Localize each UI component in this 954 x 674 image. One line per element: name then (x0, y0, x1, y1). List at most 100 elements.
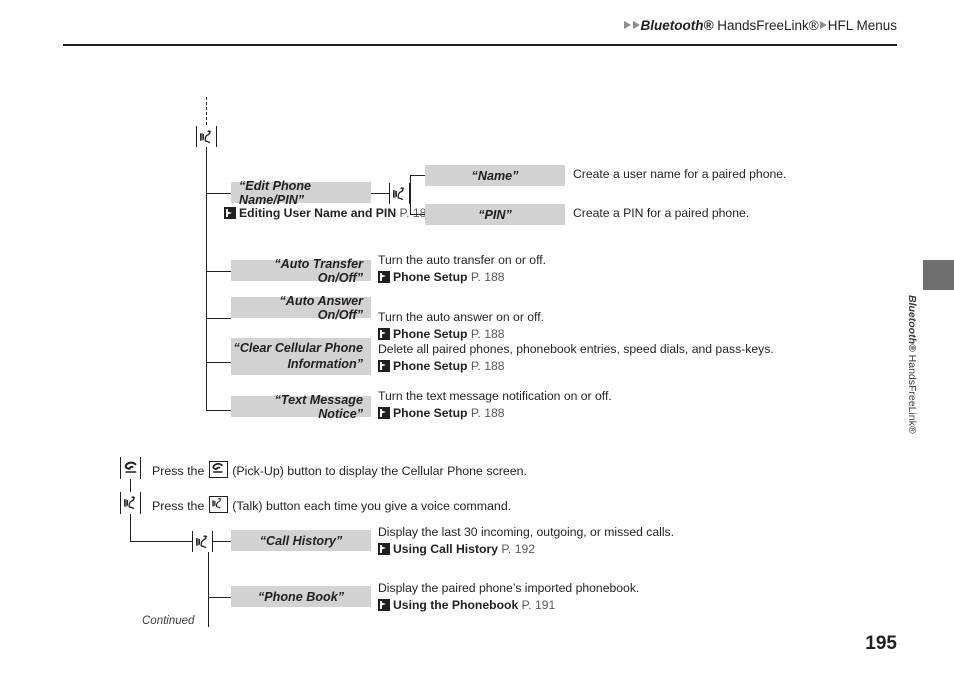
reference-page: P. 188 (470, 405, 505, 420)
breadcrumb-item-bluetooth: Bluetooth® (640, 18, 714, 33)
reference-label[interactable]: Using Call History (393, 542, 498, 556)
description-text: Display the last 30 incoming, outgoing, … (378, 525, 675, 539)
flow-trunk-sub (410, 175, 412, 214)
description-pin: Create a PIN for a paired phone. (573, 206, 750, 220)
description-phone-book: Display the paired phone’s imported phon… (378, 580, 639, 614)
talk-button-icon (196, 126, 217, 147)
reference-line: Phone Setup P. 188 (378, 269, 546, 286)
flow-branch (371, 193, 389, 195)
reference-line: Using the Phonebook P. 191 (378, 597, 639, 614)
flow-branch (410, 175, 425, 177)
menu-item-label-line2: Information” (287, 356, 363, 371)
pickup-button-icon (208, 461, 228, 478)
description-text: Delete all paired phones, phonebook entr… (378, 342, 774, 356)
menu-item-name[interactable]: “Name” (425, 165, 565, 186)
flow-trunk-lower (208, 552, 210, 627)
reference-line: Phone Setup P. 188 (378, 358, 774, 375)
description-clear-cellular: Delete all paired phones, phonebook entr… (378, 341, 774, 375)
reference-page: P. 192 (501, 541, 536, 556)
menu-item-edit-phone-name-pin[interactable]: “Edit Phone Name/PIN” (231, 179, 371, 207)
header-divider (63, 44, 897, 46)
instruction-suffix: (Talk) button each time you give a voice… (228, 499, 512, 513)
menu-item-label-line1: “Clear Cellular Phone (233, 340, 363, 355)
section-tab-marker (923, 260, 954, 290)
triangle-right-icon (632, 21, 640, 29)
menu-item-auto-transfer[interactable]: “Auto Transfer On/Off” (231, 257, 371, 285)
flow-connector (130, 479, 132, 493)
flow-branch (213, 541, 231, 543)
page-number: 195 (865, 633, 897, 654)
triangle-right-icon (819, 21, 827, 29)
reference-label[interactable]: Editing User Name and PIN (239, 206, 396, 220)
flow-branch (206, 410, 231, 412)
menu-item-label: “Auto Transfer On/Off” (274, 256, 363, 285)
section-tab-label-handsfreelink: HandsFreeLink® (906, 351, 918, 434)
menu-item-label: “Clear Cellular Phone Information” (234, 341, 363, 372)
flow-branch (208, 597, 231, 599)
menu-item-phone-book[interactable]: “Phone Book” (231, 586, 371, 607)
instruction-talk: Press the (Talk) button each time you gi… (152, 496, 511, 513)
menu-item-label: “Edit Phone Name/PIN” (239, 178, 312, 207)
menu-item-call-history[interactable]: “Call History” (231, 530, 371, 551)
description-auto-answer: Turn the auto answer on or off. Phone Se… (378, 309, 544, 343)
section-tab-label: Bluetooth® HandsFreeLink® (906, 295, 918, 515)
menu-item-label: “Call History” (259, 533, 343, 548)
reference-label[interactable]: Using the Phonebook (393, 598, 518, 612)
manual-page: Bluetooth® HandsFreeLink® HFL Menus Bluet… (0, 0, 954, 674)
breadcrumb-item-hfl-menus: HFL Menus (827, 18, 897, 33)
talk-button-icon (192, 531, 213, 552)
menu-item-auto-answer[interactable]: “Auto Answer On/Off” (231, 294, 371, 322)
reference-arrow-icon (378, 598, 390, 611)
menu-item-pin[interactable]: “PIN” (425, 204, 565, 225)
section-tab-label-bluetooth: Bluetooth® (906, 295, 918, 352)
reference-arrow-icon (224, 207, 236, 219)
breadcrumb: Bluetooth® HandsFreeLink® HFL Menus (63, 18, 897, 33)
instruction-prefix: Press the (152, 499, 208, 513)
description-text: Display the paired phone’s imported phon… (378, 581, 640, 595)
description-text: Turn the text message notification on or… (378, 389, 612, 403)
menu-item-label: “Phone Book” (257, 589, 345, 604)
flow-trunk-main (206, 147, 208, 410)
reference-arrow-icon (378, 270, 390, 283)
talk-button-icon (120, 492, 141, 514)
menu-item-label: “Auto Answer On/Off” (279, 293, 364, 322)
reference-line: Using Call History P. 192 (378, 541, 674, 558)
flow-branch (206, 318, 231, 320)
description-text: Turn the auto answer on or off. (378, 310, 544, 324)
menu-item-label: “Name” (471, 168, 519, 183)
menu-item-reference-edit-phone: Editing User Name and PIN P. 187 (224, 205, 433, 222)
talk-button-icon (208, 496, 228, 513)
reference-label[interactable]: Phone Setup (393, 327, 467, 341)
reference-arrow-icon (378, 406, 390, 419)
pickup-button-icon (120, 457, 141, 479)
instruction-suffix: (Pick-Up) button to display the Cellular… (228, 464, 528, 478)
continued-label: Continued (142, 615, 195, 627)
flow-branch (206, 362, 231, 364)
reference-label[interactable]: Phone Setup (393, 406, 467, 420)
reference-label[interactable]: Phone Setup (393, 270, 467, 284)
description-auto-transfer: Turn the auto transfer on or off. Phone … (378, 252, 546, 286)
instruction-prefix: Press the (152, 464, 208, 478)
reference-page: P. 188 (470, 269, 505, 284)
flow-dashed-stem (206, 97, 207, 125)
reference-page: P. 188 (470, 358, 505, 373)
menu-item-clear-cellular-phone-information[interactable]: “Clear Cellular Phone Information” (231, 338, 371, 375)
reference-arrow-icon (378, 359, 390, 372)
reference-page: P. 191 (521, 597, 556, 612)
talk-button-icon (389, 183, 410, 204)
description-name: Create a user name for a paired phone. (573, 167, 787, 181)
breadcrumb-item-handsfreelink: HandsFreeLink® (713, 18, 819, 33)
menu-item-label: “Text Message Notice” (274, 392, 363, 421)
reference-label[interactable]: Phone Setup (393, 359, 467, 373)
menu-item-text-message-notice[interactable]: “Text Message Notice” (231, 393, 371, 421)
menu-item-label: “PIN” (478, 207, 512, 222)
flow-branch (206, 193, 231, 195)
description-text-message-notice: Turn the text message notification on or… (378, 388, 612, 422)
description-text: Turn the auto transfer on or off. (378, 253, 547, 267)
triangle-right-icon (623, 21, 631, 29)
reference-arrow-icon (378, 327, 390, 340)
description-call-history: Display the last 30 incoming, outgoing, … (378, 524, 674, 558)
flow-branch (410, 214, 425, 216)
reference-page: P. 188 (470, 326, 505, 341)
flow-connector (130, 541, 192, 543)
